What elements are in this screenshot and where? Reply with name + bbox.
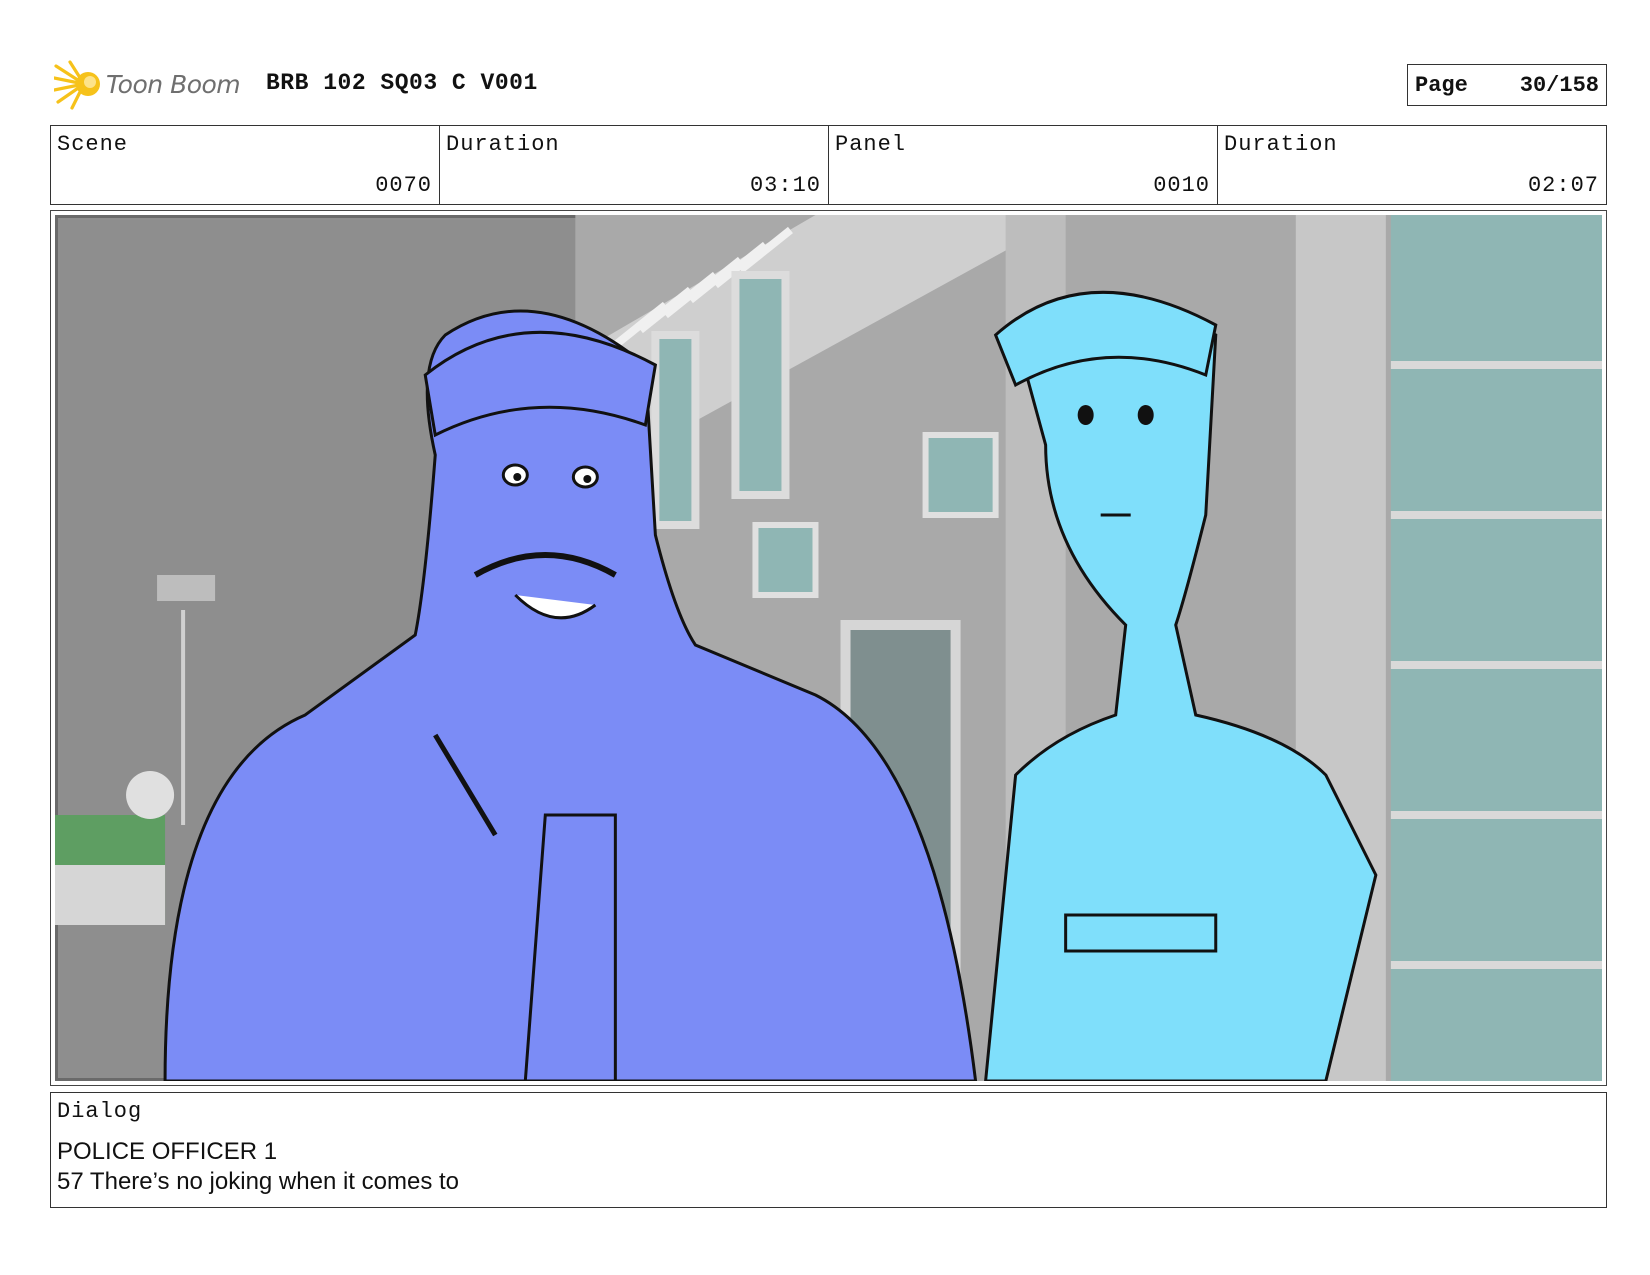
scene-duration-cell: Duration 03:10	[440, 126, 829, 204]
scene-duration-label: Duration	[446, 132, 560, 157]
dialog-label: Dialog	[57, 1099, 143, 1124]
scene-duration-value: 03:10	[749, 173, 821, 198]
storyboard-drawing	[55, 215, 1602, 1081]
panel-duration-value: 02:07	[1527, 173, 1599, 198]
page-label: Page	[1415, 72, 1468, 98]
logo-text: Toon Boom	[106, 69, 241, 99]
scene-cell: Scene 0070	[51, 126, 440, 204]
toon-boom-star-icon	[54, 60, 100, 110]
page-indicator: Page 30/158	[1407, 64, 1607, 106]
dialog-box: Dialog POLICE OFFICER 1 57 There’s no jo…	[50, 1092, 1607, 1208]
document-title: BRB 102 SQ03 C V001	[266, 70, 538, 96]
storyboard-panel	[50, 210, 1607, 1086]
dialog-text: POLICE OFFICER 1 57 There’s no joking wh…	[57, 1137, 459, 1197]
page-header: Toon Boom BRB 102 SQ03 C V001 Page 30/15…	[50, 58, 1607, 110]
panel-duration-label: Duration	[1224, 132, 1338, 157]
dialog-speaker: POLICE OFFICER 1	[57, 1138, 278, 1165]
panel-label: Panel	[835, 132, 907, 157]
panel-value: 0010	[1153, 173, 1210, 198]
page-number: 30/158	[1519, 72, 1599, 98]
scene-value: 0070	[375, 173, 432, 198]
dialog-line: 57 There’s no joking when it comes to	[57, 1168, 460, 1195]
scene-label: Scene	[57, 132, 129, 157]
panel-duration-cell: Duration 02:07	[1218, 126, 1606, 204]
toon-boom-logo: Toon Boom	[54, 58, 241, 110]
panel-artwork	[55, 215, 1602, 1081]
panel-cell: Panel 0010	[829, 126, 1218, 204]
scene-info-row: Scene 0070 Duration 03:10 Panel 0010 Dur…	[50, 125, 1607, 205]
